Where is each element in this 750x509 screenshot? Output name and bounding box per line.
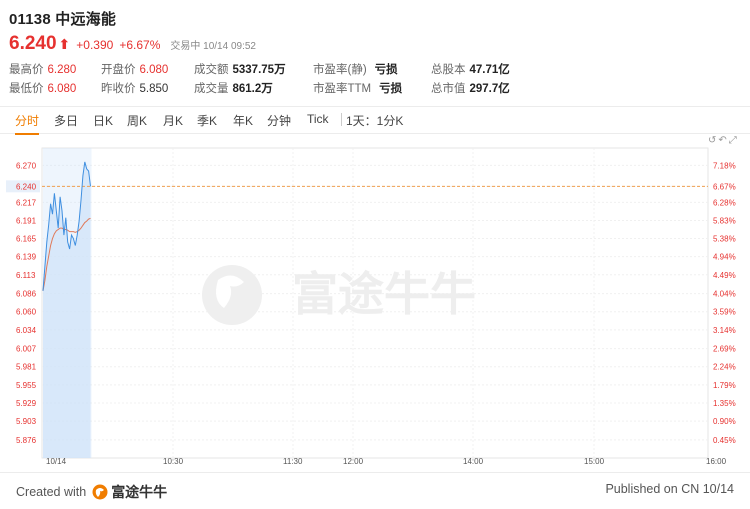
up-arrow-icon: ⬆ <box>58 36 71 52</box>
tab-weekly-k[interactable]: 周K <box>127 112 147 129</box>
y-tick-label-right: 5.83% <box>713 216 736 225</box>
tab-interval-select[interactable]: 1天：1分K <box>346 112 403 129</box>
watermark-text: 富途牛牛 <box>292 268 476 320</box>
y-tick-label-right: 6.67% <box>713 182 736 191</box>
tab-tick[interactable]: Tick <box>307 112 329 126</box>
y-tick-label-right: 1.35% <box>713 399 736 408</box>
x-tick-label: 10:30 <box>163 457 184 466</box>
x-tick-label: 11:30 <box>283 457 303 466</box>
y-tick-label-right: 3.59% <box>713 308 736 317</box>
y-tick-label-right: 4.94% <box>713 253 736 262</box>
x-tick-label: 15:00 <box>584 457 605 466</box>
price-change: +0.390 <box>76 38 114 52</box>
x-tick-label: 14:00 <box>463 457 484 466</box>
y-tick-label-right: 3.14% <box>713 326 736 335</box>
y-tick-label-right: 4.04% <box>713 290 736 299</box>
stat-high: 最高价 6.280 <box>9 64 77 76</box>
x-tick-label: 12:00 <box>343 457 364 466</box>
footer: Created with 富途牛牛 Published on CN 10/14 <box>0 472 750 509</box>
chart-period-tabs: 分时 多日 日K 周K 月K 季K 年K 分钟 Tick 1天：1分K <box>0 106 750 135</box>
stat-low: 最低价 6.080 <box>9 83 77 95</box>
x-tick-label: 10/14 <box>46 457 67 466</box>
y-tick-label-left: 6.191 <box>16 216 37 225</box>
y-tick-label-left: 5.929 <box>16 399 37 408</box>
y-tick-label-right: 6.28% <box>713 198 736 207</box>
y-tick-label-left: 6.270 <box>16 161 37 170</box>
y-tick-label-right: 7.18% <box>713 161 736 170</box>
published-date: Published on CN 10/14 <box>605 482 734 496</box>
stat-prev-close: 昨收价 5.850 <box>101 83 169 95</box>
tab-daily-k[interactable]: 日K <box>93 112 113 129</box>
tab-divider <box>341 113 342 126</box>
trading-status: 交易中 10/14 09:52 <box>170 41 256 52</box>
y-tick-label-left: 6.165 <box>16 235 37 244</box>
y-tick-label-left: 6.034 <box>16 326 37 335</box>
stock-header: 01138 中远海能 <box>9 8 116 29</box>
stat-open: 开盘价 6.080 <box>101 64 169 76</box>
y-tick-label-left: 5.955 <box>16 381 37 390</box>
stock-ticker: 01138 中远海能 <box>9 11 117 28</box>
tab-quarterly-k[interactable]: 季K <box>197 112 217 129</box>
current-price-tag-label: 6.240 <box>16 182 37 191</box>
tab-minute[interactable]: 分钟 <box>267 112 291 129</box>
y-tick-label-left: 5.903 <box>16 417 37 426</box>
price-row: 6.240 ⬆ +0.390 +6.67% 交易中 10/14 09:52 <box>9 33 256 55</box>
y-tick-label-left: 6.060 <box>16 308 37 317</box>
stat-pe-ttm: 市盈率TTM 亏损 <box>313 83 403 95</box>
price-change-pct: +6.67% <box>119 38 161 52</box>
y-tick-label-right: 2.69% <box>713 345 736 354</box>
stat-pe-static: 市盈率(静) 亏损 <box>313 64 398 76</box>
stat-turnover: 成交额 5337.75万 <box>194 64 286 76</box>
y-tick-label-left: 6.139 <box>16 253 37 262</box>
watermark: 富途牛牛 <box>202 265 476 325</box>
tab-timeshare[interactable]: 分时 <box>15 112 40 135</box>
last-price: 6.240 <box>9 33 57 54</box>
y-tick-label-right: 1.79% <box>713 381 736 390</box>
stat-total-shares: 总股本 47.71亿 <box>431 64 510 76</box>
y-tick-label-right: 0.90% <box>713 417 736 426</box>
y-tick-label-right: 5.38% <box>713 235 736 244</box>
y-tick-label-right: 4.49% <box>713 271 736 280</box>
x-tick-label: 16:00 <box>706 457 727 466</box>
stat-market-cap: 总市值 297.7亿 <box>431 83 510 95</box>
y-tick-label-left: 5.876 <box>16 436 37 445</box>
futu-logo-icon <box>92 484 108 500</box>
intraday-chart[interactable]: 富途牛牛 6.270 7.18% 6.240 6.67% 6.217 6.28% 6.191… <box>0 140 750 468</box>
tab-multiday[interactable]: 多日 <box>54 112 78 129</box>
y-tick-label-left: 5.981 <box>16 363 37 372</box>
created-with: Created with 富途牛牛 <box>16 484 168 500</box>
y-tick-label-left: 6.086 <box>16 290 37 299</box>
stat-volume: 成交量 861.2万 <box>194 83 273 95</box>
y-tick-label-right: 2.24% <box>713 363 736 372</box>
y-tick-label-left: 6.113 <box>16 271 36 280</box>
y-tick-label-left: 6.217 <box>16 198 37 207</box>
tab-yearly-k[interactable]: 年K <box>233 112 253 129</box>
tab-monthly-k[interactable]: 月K <box>163 112 183 129</box>
brand-name: 富途牛牛 <box>111 484 168 500</box>
y-tick-label-left: 6.007 <box>16 345 37 354</box>
y-tick-label-right: 0.45% <box>713 436 736 445</box>
